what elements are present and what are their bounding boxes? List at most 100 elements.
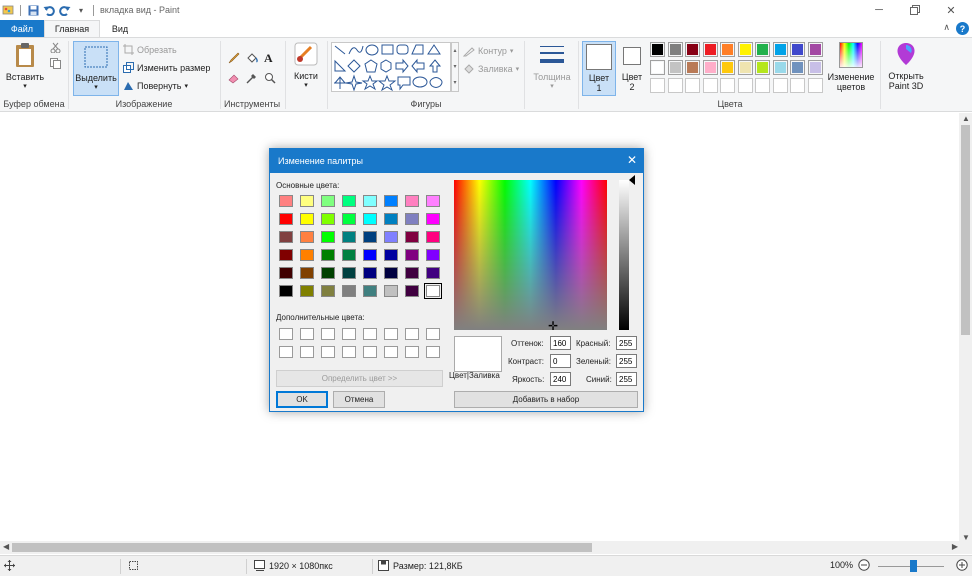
basic-color-swatch[interactable]	[279, 213, 293, 225]
basic-color-swatch[interactable]	[321, 267, 335, 279]
fill-bucket-icon[interactable]	[246, 52, 258, 64]
palette-swatch[interactable]	[755, 42, 770, 57]
zoom-slider-thumb[interactable]	[910, 560, 917, 572]
basic-color-swatch[interactable]	[321, 285, 335, 297]
basic-color-swatch[interactable]	[342, 285, 356, 297]
basic-color-swatch[interactable]	[279, 195, 293, 207]
save-icon[interactable]	[27, 4, 39, 16]
maximize-button[interactable]	[900, 0, 930, 20]
size-button[interactable]: Толщина ▾	[528, 42, 576, 92]
basic-color-swatch[interactable]	[279, 249, 293, 261]
zoom-out-button[interactable]	[858, 559, 870, 571]
palette-swatch-empty[interactable]	[737, 78, 753, 93]
crop-button[interactable]: Обрезать	[123, 44, 177, 55]
select-button[interactable]: Выделить ▾	[73, 41, 119, 96]
basic-color-swatch[interactable]	[321, 195, 335, 207]
palette-swatch-empty[interactable]	[720, 78, 735, 93]
basic-color-swatch[interactable]	[321, 249, 335, 261]
red-input[interactable]	[616, 336, 637, 350]
basic-color-swatch[interactable]	[279, 267, 293, 279]
custom-color-swatch[interactable]	[300, 328, 314, 340]
tab-home[interactable]: Главная	[44, 20, 100, 37]
basic-color-swatch[interactable]	[426, 213, 440, 225]
tab-file[interactable]: Файл	[0, 20, 44, 37]
basic-color-swatch[interactable]	[405, 231, 419, 243]
basic-color-swatch[interactable]	[363, 267, 377, 279]
palette-swatch-empty[interactable]	[685, 78, 700, 93]
open-paint3d-button[interactable]: Открыть Paint 3D	[884, 41, 928, 91]
blue-input[interactable]	[616, 372, 637, 386]
palette-swatch[interactable]	[667, 60, 683, 75]
vertical-scroll-thumb[interactable]	[961, 125, 970, 335]
custom-color-swatch[interactable]	[405, 328, 419, 340]
rotate-button[interactable]: Повернуть ▾	[123, 80, 188, 91]
zoom-in-button[interactable]	[956, 559, 968, 571]
brushes-button[interactable]: Кисти ▾	[289, 41, 323, 91]
minimize-button[interactable]: ─	[864, 0, 894, 20]
basic-color-swatch[interactable]	[384, 231, 398, 243]
cancel-button[interactable]: Отмена	[333, 391, 385, 408]
custom-color-swatch[interactable]	[342, 328, 356, 340]
basic-color-swatch[interactable]	[426, 195, 440, 207]
basic-color-swatch[interactable]	[384, 195, 398, 207]
custom-color-swatch[interactable]	[300, 346, 314, 358]
basic-color-swatch[interactable]	[300, 249, 314, 261]
palette-swatch[interactable]	[720, 60, 735, 75]
close-button[interactable]: ✕	[936, 0, 966, 20]
custom-color-swatch[interactable]	[426, 346, 440, 358]
scroll-left-icon[interactable]: ◀	[3, 542, 9, 551]
green-input[interactable]	[616, 354, 637, 368]
outline-button[interactable]: Контур ▾	[463, 45, 513, 57]
basic-color-swatch[interactable]	[321, 231, 335, 243]
custom-color-swatch[interactable]	[279, 328, 293, 340]
palette-swatch[interactable]	[790, 42, 805, 57]
lum-input[interactable]	[550, 372, 571, 386]
text-tool-icon[interactable]: A	[264, 51, 273, 66]
color-picker-icon[interactable]	[246, 72, 258, 84]
eraser-icon[interactable]	[228, 72, 240, 84]
basic-color-swatch[interactable]	[279, 231, 293, 243]
basic-color-swatch[interactable]	[363, 249, 377, 261]
palette-swatch[interactable]	[737, 42, 753, 57]
color2-button[interactable]: Цвет 2	[619, 41, 645, 96]
scroll-up-icon[interactable]: ▲	[962, 114, 970, 123]
basic-color-swatch[interactable]	[424, 283, 442, 299]
vertical-scrollbar[interactable]: ▲ ▼	[959, 113, 972, 543]
crosshair-icon[interactable]: ✛	[547, 320, 559, 332]
color-spectrum[interactable]	[454, 180, 607, 330]
custom-color-swatch[interactable]	[426, 328, 440, 340]
basic-color-swatch[interactable]	[300, 231, 314, 243]
shapes-gallery[interactable]	[331, 42, 451, 92]
custom-color-swatch[interactable]	[384, 346, 398, 358]
basic-color-swatch[interactable]	[405, 267, 419, 279]
copy-icon[interactable]	[50, 58, 61, 69]
cut-icon[interactable]	[50, 42, 61, 53]
basic-color-swatch[interactable]	[405, 285, 419, 297]
custom-color-swatch[interactable]	[279, 346, 293, 358]
redo-icon[interactable]	[59, 4, 71, 16]
palette-swatch-empty[interactable]	[772, 78, 788, 93]
sat-input[interactable]	[550, 354, 571, 368]
palette-swatch-empty[interactable]	[790, 78, 805, 93]
color1-button[interactable]: Цвет 1	[582, 41, 616, 96]
custom-color-swatch[interactable]	[363, 328, 377, 340]
paste-button[interactable]: Вставить ▾	[4, 41, 46, 92]
palette-swatch[interactable]	[702, 60, 718, 75]
basic-color-swatch[interactable]	[300, 267, 314, 279]
basic-color-swatch[interactable]	[363, 231, 377, 243]
palette-swatch-empty[interactable]	[755, 78, 770, 93]
palette-swatch[interactable]	[685, 60, 700, 75]
palette-swatch-empty[interactable]	[667, 78, 683, 93]
fill-button[interactable]: Заливка ▾	[463, 63, 519, 75]
basic-color-swatch[interactable]	[426, 267, 440, 279]
basic-color-swatch[interactable]	[279, 285, 293, 297]
undo-icon[interactable]	[43, 4, 55, 16]
basic-color-swatch[interactable]	[405, 195, 419, 207]
resize-button[interactable]: Изменить размер	[123, 62, 210, 73]
scroll-right-icon[interactable]: ▶	[952, 542, 958, 551]
basic-color-swatch[interactable]	[363, 285, 377, 297]
basic-color-swatch[interactable]	[426, 249, 440, 261]
basic-color-swatch[interactable]	[405, 213, 419, 225]
basic-color-swatch[interactable]	[300, 195, 314, 207]
palette-swatch[interactable]	[772, 60, 788, 75]
